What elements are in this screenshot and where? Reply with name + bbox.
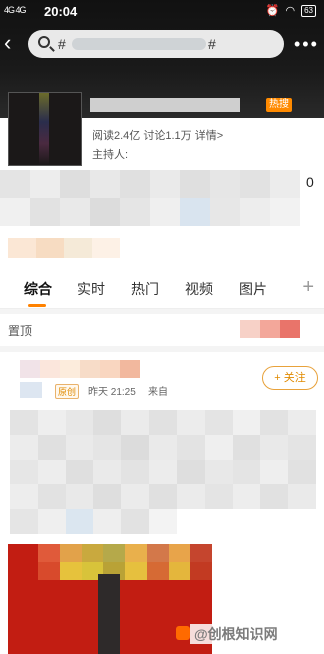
search-bar[interactable]: # #: [28, 30, 284, 58]
topic-description-redacted: [0, 170, 300, 226]
hot-badge: 热搜: [266, 98, 292, 112]
image-caption-redacted: [38, 544, 212, 580]
topic-count-digit: 0: [306, 174, 314, 190]
pinned-label: 置顶: [8, 324, 33, 338]
thumbnail-light: [39, 93, 49, 165]
alarm-icon: ⏰: [265, 5, 280, 17]
topic-thumbnail[interactable]: [8, 92, 82, 166]
search-icon: [38, 36, 50, 48]
battery-icon: 63: [301, 4, 316, 17]
tab-bar: 综合 实时 热门 视频 图片 +: [0, 268, 324, 309]
add-tab-plus-icon[interactable]: +: [302, 276, 314, 299]
site-logo-icon: [176, 626, 190, 640]
search-query-redacted: [72, 38, 206, 50]
image-center-figure: [98, 574, 120, 654]
post-body-redacted: [10, 410, 316, 534]
follow-button[interactable]: + 关注: [262, 366, 318, 390]
network-indicator: 4G 4G: [4, 5, 26, 15]
pinned-content-redacted: [240, 320, 300, 338]
tab-realtime[interactable]: 实时: [77, 279, 105, 299]
active-tab-indicator: [28, 304, 46, 307]
tab-all[interactable]: 综合: [24, 279, 52, 299]
status-right-icons: ⏰ ◠ 63: [266, 4, 316, 17]
tab-hot[interactable]: 热门: [131, 279, 159, 299]
post-source: 来自: [148, 387, 168, 398]
status-bar: 4G 4G 20:04 ⏰ ◠ 63: [0, 0, 324, 22]
topic-stats[interactable]: 阅读2.4亿 讨论1.1万 详情>: [92, 127, 223, 143]
tab-video[interactable]: 视频: [185, 279, 213, 299]
avatar[interactable]: [20, 382, 42, 398]
post-time: 昨天 21:25: [88, 387, 136, 398]
search-hash-open: #: [58, 36, 66, 52]
topic-title-redacted: [90, 98, 240, 112]
tab-images[interactable]: 图片: [239, 279, 267, 299]
post-author-redacted: [20, 360, 140, 378]
watermark: @创根知识网: [190, 624, 282, 644]
more-dots-icon[interactable]: •••: [294, 34, 319, 55]
status-time: 20:04: [44, 4, 78, 19]
original-badge: 原创: [55, 384, 80, 399]
wifi-icon: ◠: [285, 5, 296, 17]
back-arrow-icon[interactable]: ‹: [4, 32, 22, 54]
search-hash-close: #: [208, 36, 216, 52]
topic-host: 主持人:: [92, 149, 129, 161]
topic-tags-redacted: [8, 238, 120, 258]
